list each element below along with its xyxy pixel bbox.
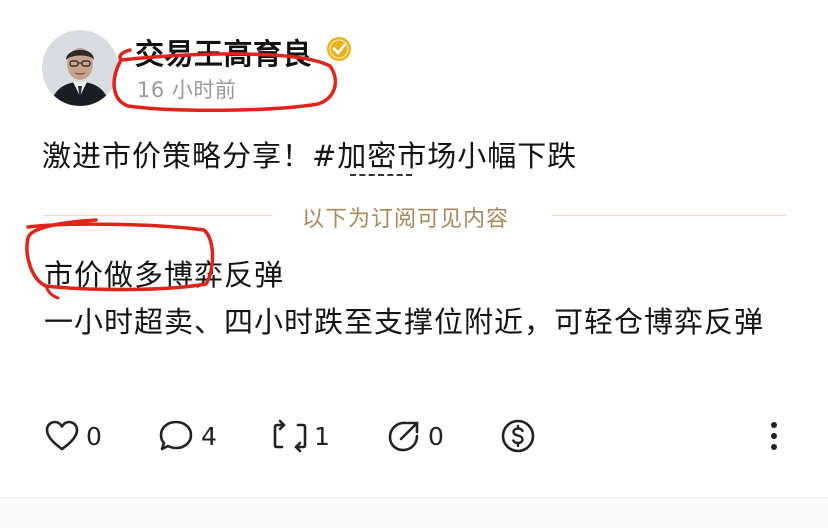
avatar[interactable]: [42, 30, 118, 106]
divider-line-left: [44, 215, 272, 216]
more-options-button[interactable]: [764, 410, 784, 462]
action-bar: 0 4 1 0: [0, 410, 828, 462]
heart-icon: [45, 420, 79, 451]
tip-button[interactable]: [500, 410, 536, 462]
repost-button[interactable]: 1: [272, 410, 330, 462]
share-icon: [388, 421, 419, 452]
subscriber-only-divider-label: 以下为订阅可见内容: [302, 207, 510, 232]
comment-button[interactable]: 4: [159, 410, 217, 462]
next-post-edge: [0, 498, 828, 528]
author-name[interactable]: 交易王高育良: [135, 31, 312, 73]
verified-badge-icon: [327, 37, 351, 61]
repost-icon: [273, 419, 307, 453]
comment-icon: [159, 420, 193, 451]
like-count: 0: [86, 421, 102, 451]
avatar-portrait: [42, 30, 118, 106]
comment-count: 4: [201, 421, 217, 451]
more-vertical-icon: [771, 422, 777, 450]
post-card: 交易王高育良 16 小时前 激进市价策略分享！#加密市场小幅下跌 以下为订阅可见…: [0, 0, 828, 528]
paywall-body-text: 一小时超卖、四小时跌至支撑位附近，可轻仓博弈反弹: [44, 305, 765, 339]
paywall-heading: 市价做多博弈反弹: [44, 258, 285, 292]
tip-dollar-icon: [501, 419, 535, 453]
divider-line-right: [552, 215, 786, 216]
post-title: 激进市价策略分享！#加密市场小幅下跌: [42, 139, 578, 173]
post-timestamp: 16 小时前: [137, 78, 237, 102]
hashtag-underline[interactable]: [350, 174, 412, 176]
like-button[interactable]: 0: [44, 410, 102, 462]
share-button[interactable]: 0: [386, 410, 444, 462]
repost-count: 1: [314, 421, 330, 451]
share-count: 0: [428, 421, 444, 451]
